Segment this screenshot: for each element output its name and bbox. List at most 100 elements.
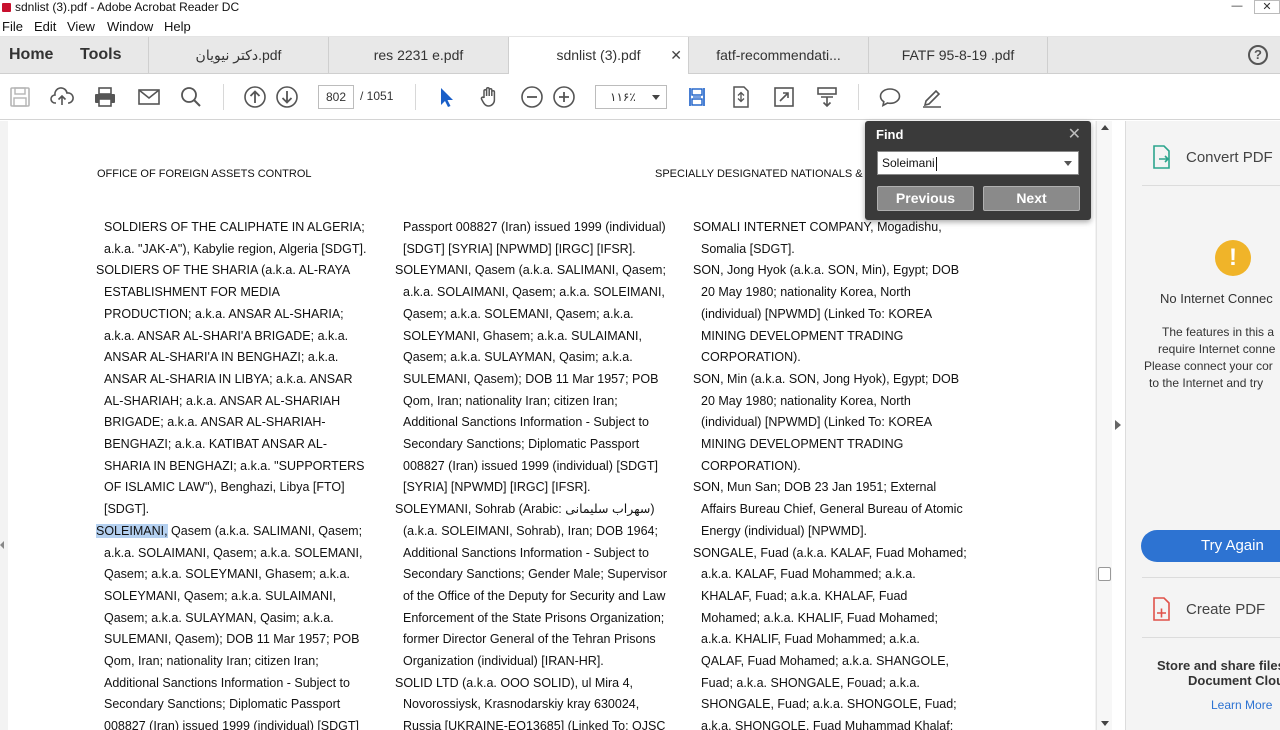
text-line: BENGHAZI; a.k.a. KATIBAT ANSAR AL- — [96, 434, 386, 456]
text-line-content: Energy (individual) [NPWMD]. — [701, 523, 868, 538]
search-icon[interactable] — [178, 84, 204, 110]
full-screen-icon[interactable] — [771, 84, 797, 110]
text-line-content: a.k.a. KHALIF, Fuad Mohammed; a.k.a. — [701, 632, 920, 647]
select-cursor-icon[interactable] — [433, 84, 459, 110]
text-line-content: a.k.a. KALAF, Fuad Mohammed; a.k.a. — [701, 567, 916, 582]
text-line-content: Secondary Sanctions; Diplomatic Passport — [104, 697, 341, 712]
menu-view[interactable]: View — [67, 19, 95, 34]
text-line-content: a.k.a. ANSAR AL-SHARI'A BRIGADE; a.k.a. — [104, 328, 349, 343]
doc-tab[interactable]: FATF 95-8-19 .pdf — [868, 37, 1048, 73]
close-icon[interactable]: ✕ — [1068, 124, 1081, 144]
save-icon[interactable] — [7, 84, 33, 110]
text-line-content: SOMALI INTERNET COMPANY, Mogadishu, — [693, 220, 942, 234]
text-line-content: Qom, Iran; nationality Iran; citizen Ira… — [403, 393, 618, 408]
text-line: a.k.a. KHALIF, Fuad Mohammed; a.k.a. — [693, 629, 983, 651]
tab-tools[interactable]: Tools — [80, 37, 121, 73]
doc-tab[interactable]: res 2231 e.pdf — [328, 37, 508, 73]
find-next-button[interactable]: Next — [983, 186, 1080, 211]
convert-pdf-label: Convert PDF — [1186, 149, 1273, 166]
text-line: 20 May 1980; nationality Korea, North — [693, 391, 983, 413]
text-line-content: Fuad; a.k.a. SHONGALE, Fouad; a.k.a. — [701, 675, 920, 690]
tab-home[interactable]: Home — [9, 37, 53, 73]
cloud-upload-icon[interactable] — [49, 84, 75, 110]
zoom-in-icon[interactable] — [551, 84, 577, 110]
no-internet-message: Please connect your cor — [1144, 359, 1273, 373]
zoom-level-select[interactable]: ۱۱۶٪ — [595, 85, 667, 109]
vertical-scrollbar[interactable] — [1096, 121, 1112, 730]
scroll-up-icon[interactable] — [1101, 125, 1109, 130]
email-icon[interactable] — [136, 84, 162, 110]
text-line: Additional Sanctions Information - Subje… — [395, 412, 685, 434]
doc-tab-active[interactable]: sdnlist (3).pdf ✕ — [508, 37, 688, 74]
find-input[interactable]: Soleimani — [877, 151, 1079, 175]
toolbar: 802 / 1051 ۱۱۶٪ — [0, 74, 1280, 120]
doc-tab[interactable]: fatf-recommendati... — [688, 37, 868, 73]
text-line: SOMALI INTERNET COMPANY, Mogadishu, — [693, 217, 983, 239]
text-line: CORPORATION). — [693, 456, 983, 478]
text-line: SOLID LTD (a.k.a. OOO SOLID), ul Mira 4, — [395, 673, 685, 695]
highlight-pen-icon[interactable] — [919, 84, 945, 110]
menu-window[interactable]: Window — [107, 19, 153, 34]
text-line: ESTABLISHMENT FOR MEDIA — [96, 282, 386, 304]
text-line: [SYRIA] [NPWMD] [IRGC] [IFSR]. — [395, 477, 685, 499]
previous-page-icon[interactable] — [242, 84, 268, 110]
fit-width-icon[interactable] — [684, 84, 710, 110]
text-line: a.k.a. SOLAIMANI, Qasem; a.k.a. SOLEIMAN… — [395, 282, 685, 304]
text-line-content: ANSAR AL-SHARIA IN LIBYA; a.k.a. ANSAR — [104, 371, 353, 386]
tab-close-icon[interactable]: ✕ — [670, 37, 682, 73]
text-line: Additional Sanctions Information - Subje… — [96, 673, 386, 695]
try-again-button[interactable]: Try Again — [1141, 530, 1280, 562]
doc-tab[interactable]: دکتر نیویان.pdf — [148, 37, 328, 73]
menu-file[interactable]: File — [2, 19, 23, 34]
fit-page-icon[interactable] — [728, 84, 754, 110]
text-line-content: Qasem; a.k.a. SULAYMAN, Qasim; a.k.a. — [104, 610, 334, 625]
text-line: Mohamed; a.k.a. KHALIF, Fuad Mohamed; — [693, 608, 983, 630]
search-highlight: SOLEIMANI, — [96, 523, 168, 538]
comment-icon[interactable] — [877, 84, 903, 110]
text-line-content: AL-SHARIAH; a.k.a. ANSAR AL-SHARIAH — [104, 393, 341, 408]
zoom-out-icon[interactable] — [519, 84, 545, 110]
scroll-thumb[interactable] — [1098, 567, 1111, 581]
text-line: (a.k.a. SOLEIMANI, Sohrab), Iran; DOB 19… — [395, 521, 685, 543]
text-line-content: Additional Sanctions Information - Subje… — [403, 415, 649, 430]
help-icon[interactable]: ? — [1248, 45, 1268, 65]
close-window-button[interactable]: ✕ — [1254, 0, 1280, 14]
scroll-down-icon[interactable] — [1101, 721, 1109, 726]
text-line: Fuad; a.k.a. SHONGALE, Fouad; a.k.a. — [693, 673, 983, 695]
next-page-icon[interactable] — [274, 84, 300, 110]
text-line-content: QALAF, Fuad Mohamed; a.k.a. SHANGOLE, — [701, 654, 950, 669]
text-line-content: SOLEYMANI, Qasem (a.k.a. SALIMANI, Qasem… — [395, 263, 666, 278]
text-line-content: Secondary Sanctions; Diplomatic Passport — [403, 437, 640, 452]
scroll-mode-icon[interactable] — [814, 84, 840, 110]
menu-help[interactable]: Help — [164, 19, 191, 34]
learn-more-link[interactable]: Learn More — [1211, 698, 1272, 712]
right-panel-toggle-icon[interactable] — [1115, 420, 1121, 430]
acrobat-app-icon — [2, 3, 11, 12]
text-line-content: 008827 (Iran) issued 1999 (individual) [… — [104, 719, 359, 730]
text-line: a.k.a. SOLAIMANI, Qasem; a.k.a. SOLEMANI… — [96, 543, 386, 565]
hand-tool-icon[interactable] — [476, 84, 502, 110]
text-line-content: SHARIA IN BENGHAZI; a.k.a. "SUPPORTERS — [104, 458, 365, 473]
create-pdf-tool[interactable]: Create PDF — [1126, 597, 1280, 621]
minimize-button[interactable]: — — [1226, 0, 1248, 14]
convert-pdf-tool[interactable]: Convert PDF — [1126, 145, 1280, 169]
text-line: (individual) [NPWMD] (Linked To: KOREA — [693, 412, 983, 434]
text-line: ANSAR AL-SHARIA IN LIBYA; a.k.a. ANSAR — [96, 369, 386, 391]
text-line: Secondary Sanctions; Diplomatic Passport — [395, 434, 685, 456]
text-line: SONGALE, Fuad (a.k.a. KALAF, Fuad Mohame… — [693, 543, 983, 565]
left-panel-toggle-icon[interactable] — [0, 541, 4, 549]
print-icon[interactable] — [92, 84, 118, 110]
text-line-content: CORPORATION). — [701, 350, 801, 365]
text-line-content: SOLDIERS OF THE SHARIA (a.k.a. AL-RAYA — [96, 263, 351, 278]
text-caret — [935, 156, 937, 171]
zoom-level-value: ۱۱۶٪ — [610, 90, 636, 104]
find-previous-button[interactable]: Previous — [877, 186, 974, 211]
text-line-content: ESTABLISHMENT FOR MEDIA — [104, 285, 280, 300]
text-line-content: 20 May 1980; nationality Korea, North — [701, 285, 911, 300]
tab-bar: Home Tools دکتر نیویان.pdf res 2231 e.pd… — [0, 37, 1280, 74]
text-line: Secondary Sanctions; Diplomatic Passport — [96, 694, 386, 716]
text-line-content: Organization (individual) [IRAN-HR]. — [403, 654, 604, 669]
page-number-input[interactable]: 802 — [318, 85, 354, 109]
chevron-down-icon[interactable] — [1064, 161, 1072, 166]
menu-edit[interactable]: Edit — [34, 19, 56, 34]
